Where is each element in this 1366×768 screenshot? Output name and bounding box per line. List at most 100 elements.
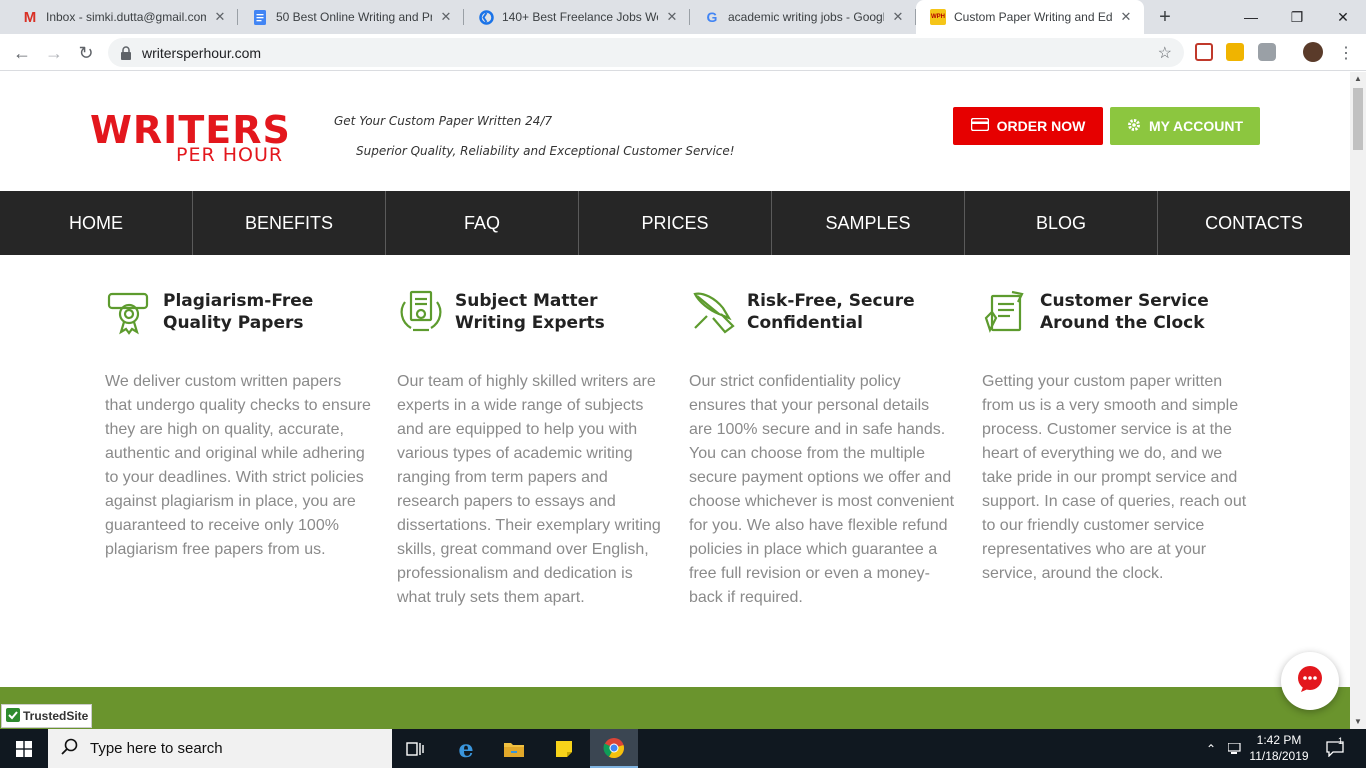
feature-title: Customer Service Around the Clock [1040,290,1260,334]
feature-title: Plagiarism-Free Quality Papers [163,290,383,334]
tab-writing-sites[interactable]: 50 Best Online Writing and Pro ✕ [238,0,464,34]
lock-icon [120,45,132,60]
feature-title-line: Risk-Free, Secure [747,291,915,311]
tab-google-search[interactable]: G academic writing jobs - Google ✕ [690,0,916,34]
reload-icon[interactable]: ↻ [74,41,98,65]
system-clock[interactable]: 1:42 PM 11/18/2019 [1240,732,1318,764]
nav-faq[interactable]: FAQ [385,191,578,255]
close-icon[interactable]: ✕ [438,9,454,25]
feature-title: Subject Matter Writing Experts [455,290,675,334]
main-navigation: HOME BENEFITS FAQ PRICES SAMPLES BLOG CO… [0,191,1350,255]
logo-subtext: PER HOUR [176,144,284,166]
feature-title-line: Plagiarism-Free [163,291,314,311]
clock-time: 1:42 PM [1256,733,1302,747]
feature-title-line: Around the Clock [1040,313,1205,333]
close-icon[interactable]: ✕ [212,9,228,25]
forward-arrow-icon[interactable]: → [42,41,66,65]
docs-icon [252,9,268,25]
scroll-down-icon[interactable]: ▼ [1350,715,1366,729]
feature-description: Getting your custom paper written from u… [982,373,1247,582]
url-text: writersperhour.com [142,44,262,61]
gmail-icon: M [23,8,37,26]
extension-camera-icon[interactable] [1258,43,1276,61]
maximize-icon[interactable]: ❐ [1274,0,1320,34]
extension-pocket-icon[interactable] [1195,43,1213,61]
tab-title: Custom Paper Writing and Edit [954,10,1112,24]
nav-contacts[interactable]: CONTACTS [1157,191,1350,255]
slogan-line-2: Superior Quality, Reliability and Except… [356,144,735,158]
gear-icon [1127,118,1141,135]
extension-key-icon[interactable] [1226,43,1244,61]
chrome-browser-icon[interactable] [590,729,638,768]
tab-gmail[interactable]: M Inbox - simki.dutta@gmail.com ✕ [8,0,238,34]
windows-start-icon[interactable] [0,729,48,768]
back-arrow-icon[interactable]: ← [10,41,34,65]
tab-title: 50 Best Online Writing and Pro [276,10,432,24]
window-close-icon[interactable]: ✕ [1320,0,1366,34]
sticky-notes-icon[interactable] [540,729,588,768]
task-view-icon[interactable] [392,729,440,768]
nav-samples[interactable]: SAMPLES [771,191,964,255]
nav-home[interactable]: HOME [0,191,192,255]
check-shield-icon [6,707,20,725]
slogan-line-1: Get Your Custom Paper Written 24/7 [334,114,553,128]
menu-dots-icon[interactable]: ⋮ [1334,41,1358,65]
profile-avatar[interactable] [1303,42,1323,62]
nav-blog[interactable]: BLOG [964,191,1157,255]
close-icon[interactable]: ✕ [664,9,680,25]
show-hidden-icons-chevron-icon[interactable]: ⌃ [1206,729,1216,768]
card-icon [970,117,989,134]
trustedsite-badge[interactable]: TrustedSite [1,704,92,728]
trustedsite-label: TrustedSite [23,709,89,723]
footer-band [0,687,1350,729]
windows-taskbar: Type here to search e ⌃ 1:42 PM 11/18/20… [0,729,1366,768]
order-now-label: ORDER NOW [996,118,1086,134]
my-account-label: MY ACCOUNT [1148,118,1244,134]
bookmark-star-icon[interactable]: ☆ [1158,43,1172,63]
taskbar-search-box[interactable]: Type here to search [48,729,392,768]
browser-toolbar: ← → ↻ writersperhour.com ☆ ⋮ [0,34,1366,71]
freelance-icon [478,9,494,25]
google-icon: G [706,9,718,25]
certificate-icon [105,288,153,336]
notification-count-badge: 1 [1338,735,1344,746]
tab-freelance[interactable]: 140+ Best Freelance Jobs Webs ✕ [464,0,690,34]
address-bar[interactable]: writersperhour.com ☆ [108,38,1184,67]
feature-description: Our strict confidentiality policy ensure… [689,373,955,606]
chat-bubble-icon [1296,665,1324,698]
tab-writers-per-hour[interactable]: WPH Custom Paper Writing and Edit ✕ [916,0,1144,34]
search-placeholder: Type here to search [90,740,223,757]
file-explorer-icon[interactable] [490,729,538,768]
support-document-icon [982,288,1030,336]
page-scrollbar[interactable]: ▲ ▼ [1350,72,1366,729]
tab-title: Inbox - simki.dutta@gmail.com [46,10,206,24]
close-icon[interactable]: ✕ [1118,9,1134,25]
edge-browser-icon[interactable]: e [442,729,490,768]
my-account-button[interactable]: MY ACCOUNT [1110,107,1260,145]
feature-title-line: Confidential [747,313,863,333]
order-now-button[interactable]: ORDER NOW [953,107,1103,145]
quill-icon [689,288,737,336]
tab-title: 140+ Best Freelance Jobs Webs [502,10,658,24]
feature-title-line: Customer Service [1040,291,1209,311]
diploma-icon [397,288,445,336]
tab-title: academic writing jobs - Google [728,10,884,24]
scroll-up-icon[interactable]: ▲ [1350,72,1366,86]
feature-title: Risk-Free, Secure Confidential [747,290,967,334]
feature-title-line: Writing Experts [455,313,605,333]
scroll-thumb[interactable] [1353,88,1363,150]
nav-benefits[interactable]: BENEFITS [192,191,385,255]
minimize-icon[interactable]: — [1228,0,1274,34]
feature-description: Our team of highly skilled writers are e… [397,373,661,606]
browser-tab-strip: M Inbox - simki.dutta@gmail.com ✕ 50 Bes… [0,0,1366,34]
wph-icon: WPH [930,9,946,25]
clock-date: 11/18/2019 [1249,749,1309,763]
feature-description: We deliver custom written papers that un… [105,373,371,558]
nav-prices[interactable]: PRICES [578,191,771,255]
site-logo[interactable]: WRITERS PER HOUR [90,108,300,166]
feature-title-line: Quality Papers [163,313,304,333]
new-tab-button[interactable]: + [1154,7,1176,27]
chat-widget-button[interactable] [1281,652,1339,710]
web-page: WRITERS PER HOUR Get Your Custom Paper W… [0,72,1350,729]
close-icon[interactable]: ✕ [890,9,906,25]
